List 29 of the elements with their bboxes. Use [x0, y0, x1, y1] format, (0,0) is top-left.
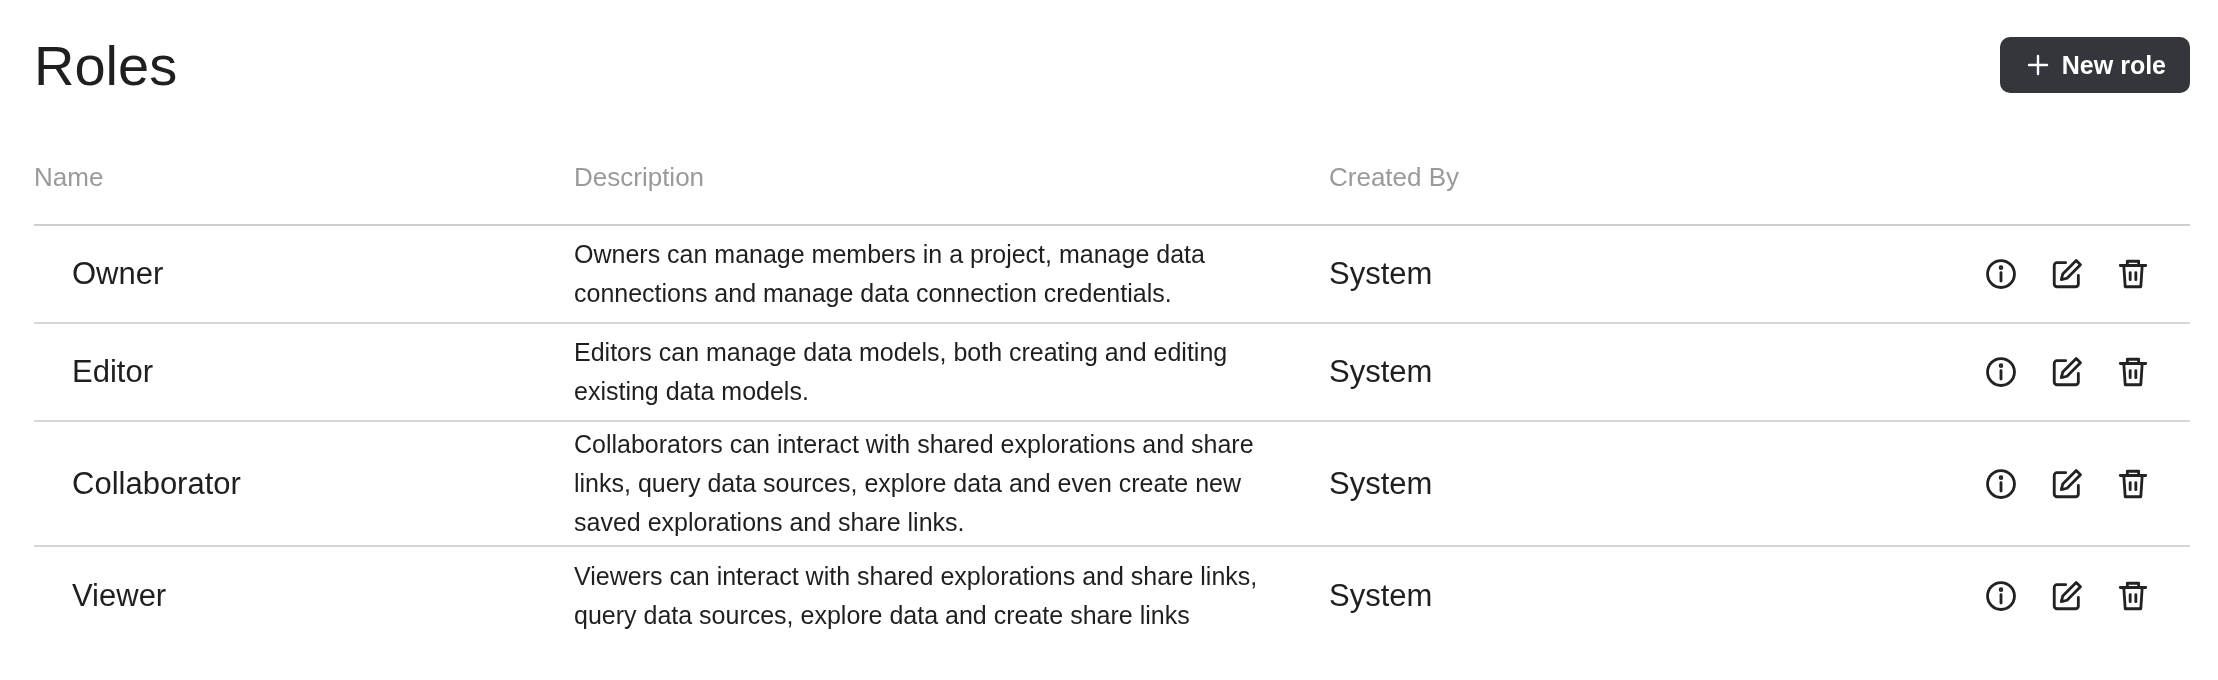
column-header: Name [34, 161, 104, 193]
role-name: Viewer [72, 578, 167, 614]
column-header: Description [574, 161, 705, 193]
info-icon[interactable] [1984, 257, 2018, 291]
edit-icon[interactable] [2050, 257, 2084, 291]
delete-icon[interactable] [2116, 579, 2150, 613]
info-icon[interactable] [1984, 355, 2018, 389]
delete-icon[interactable] [2116, 257, 2150, 291]
page-title: Roles [34, 32, 178, 98]
created-by: System [1329, 578, 1433, 614]
info-icon[interactable] [1984, 466, 2018, 501]
role-description: Collaborators can interact with shared explorations and share links, query data sources, explore data and even create new saved explorations and share links. [574, 429, 1255, 538]
role-name: Collaborator [72, 465, 241, 502]
created-by: System [1329, 354, 1433, 390]
column-header: Created By [1329, 161, 1460, 193]
created-by: System [1329, 465, 1433, 502]
edit-icon[interactable] [2050, 355, 2084, 389]
edit-icon[interactable] [2050, 466, 2084, 501]
new-role-button[interactable]: New role [1999, 37, 2190, 93]
delete-icon[interactable] [2116, 355, 2150, 389]
role-description: Viewers can interact with shared explorations and share links, query data sources, explore data and create share links [574, 561, 1259, 631]
info-icon[interactable] [1984, 579, 2018, 613]
role-description: Owners can manage members in a project, manage data connections and manage data connection credentials. [574, 239, 1206, 309]
role-name: Editor [72, 354, 153, 390]
plus-icon [2025, 53, 2050, 77]
edit-icon[interactable] [2050, 579, 2084, 613]
role-name: Owner [72, 256, 164, 292]
created-by: System [1329, 256, 1433, 292]
role-description: Editors can manage data models, both creating and editing existing data models. [574, 337, 1229, 407]
